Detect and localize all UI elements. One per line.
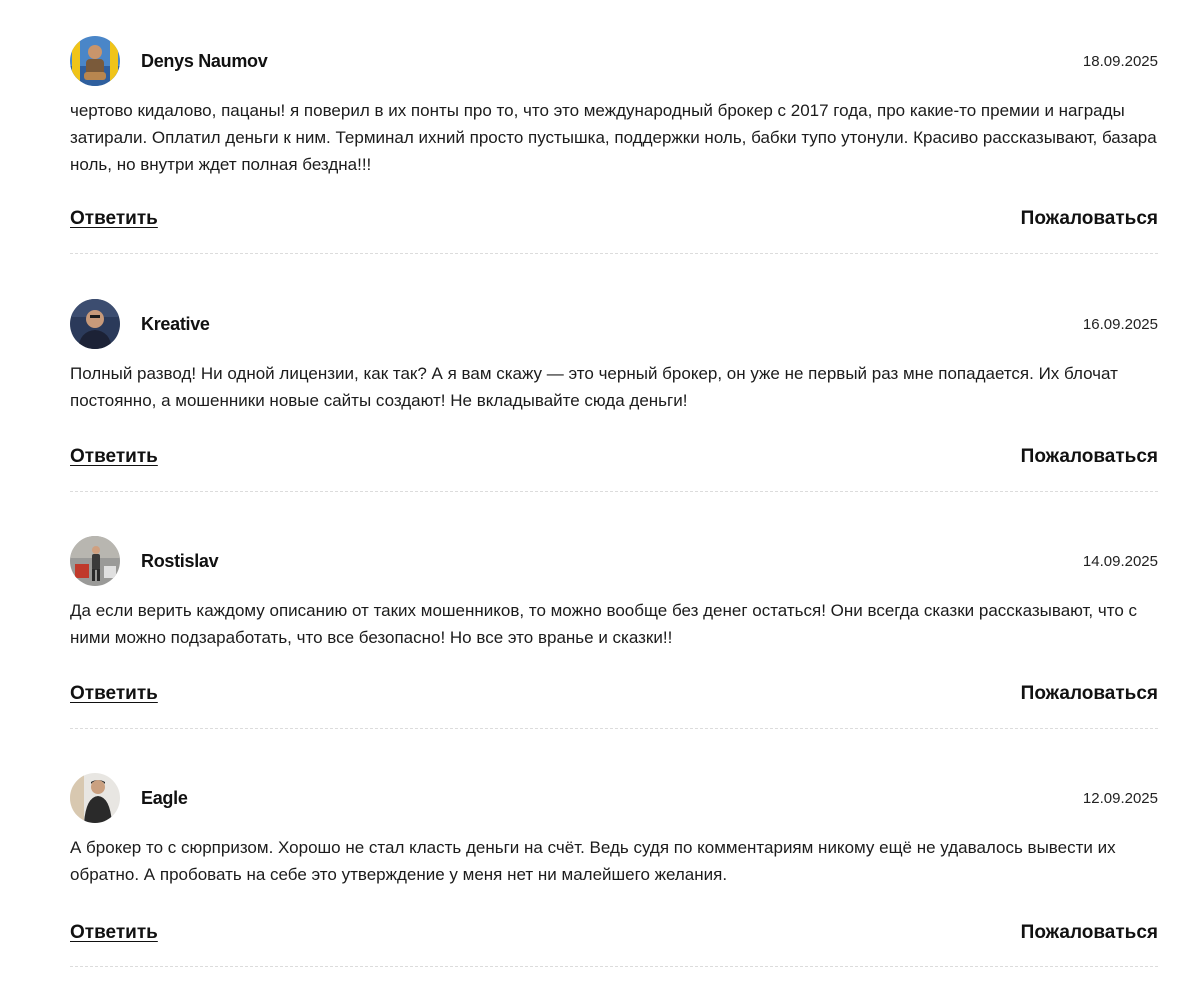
avatar-image (70, 773, 120, 823)
avatar-image (70, 536, 120, 586)
reply-button[interactable]: Ответить (70, 683, 158, 705)
comment-header: Denys Naumov 18.09.2025 (70, 36, 1158, 86)
comment-divider (70, 728, 1158, 729)
avatar[interactable] (70, 36, 120, 86)
comment-actions: Ответить Пожаловаться (70, 208, 1158, 230)
comment-date: 16.09.2025 (1082, 315, 1158, 333)
author-name: Denys Naumov (141, 50, 268, 71)
report-button[interactable]: Пожаловаться (1021, 446, 1158, 468)
comment-text: чертово кидалово, пацаны! я поверил в их… (70, 101, 1157, 174)
comment-actions: Ответить Пожаловаться (70, 922, 1158, 944)
comment-item: Denys Naumov 18.09.2025 чертово кидалово… (70, 0, 1158, 255)
comment-date: 12.09.2025 (1082, 789, 1158, 807)
avatar-image (70, 299, 120, 349)
comment-divider (70, 253, 1158, 254)
comment-item: Rostislav 14.09.2025 Да если верить кажд… (70, 500, 1158, 730)
comment-item: Eagle 12.09.2025 А брокер то с сюрпризом… (70, 737, 1158, 967)
avatar[interactable] (70, 299, 120, 349)
report-button[interactable]: Пожаловаться (1021, 208, 1158, 230)
comment-date: 14.09.2025 (1082, 552, 1158, 570)
comment-date: 18.09.2025 (1082, 52, 1158, 70)
author-name: Kreative (141, 313, 210, 334)
comment-text: А брокер то с сюрпризом. Хорошо не стал … (70, 838, 1116, 884)
comment-text: Полный развод! Ни одной лицензии, как та… (70, 364, 1118, 410)
comment-actions: Ответить Пожаловаться (70, 446, 1158, 468)
avatar-image (70, 36, 120, 86)
comment-divider (70, 491, 1158, 492)
comment-item: Kreative 16.09.2025 Полный развод! Ни од… (70, 263, 1158, 493)
comment-header: Rostislav 14.09.2025 (70, 536, 1158, 586)
report-button[interactable]: Пожаловаться (1021, 922, 1158, 944)
comment-header: Kreative 16.09.2025 (70, 299, 1158, 349)
reply-button[interactable]: Ответить (70, 446, 158, 468)
reply-button[interactable]: Ответить (70, 922, 158, 944)
avatar[interactable] (70, 773, 120, 823)
report-button[interactable]: Пожаловаться (1021, 683, 1158, 705)
comment-divider (70, 966, 1158, 967)
comment-header: Eagle 12.09.2025 (70, 773, 1158, 823)
author-name: Eagle (141, 787, 188, 808)
avatar[interactable] (70, 536, 120, 586)
reply-button[interactable]: Ответить (70, 208, 158, 230)
author-name: Rostislav (141, 550, 219, 571)
comment-actions: Ответить Пожаловаться (70, 683, 1158, 705)
comment-text: Да если верить каждому описанию от таких… (70, 601, 1138, 647)
